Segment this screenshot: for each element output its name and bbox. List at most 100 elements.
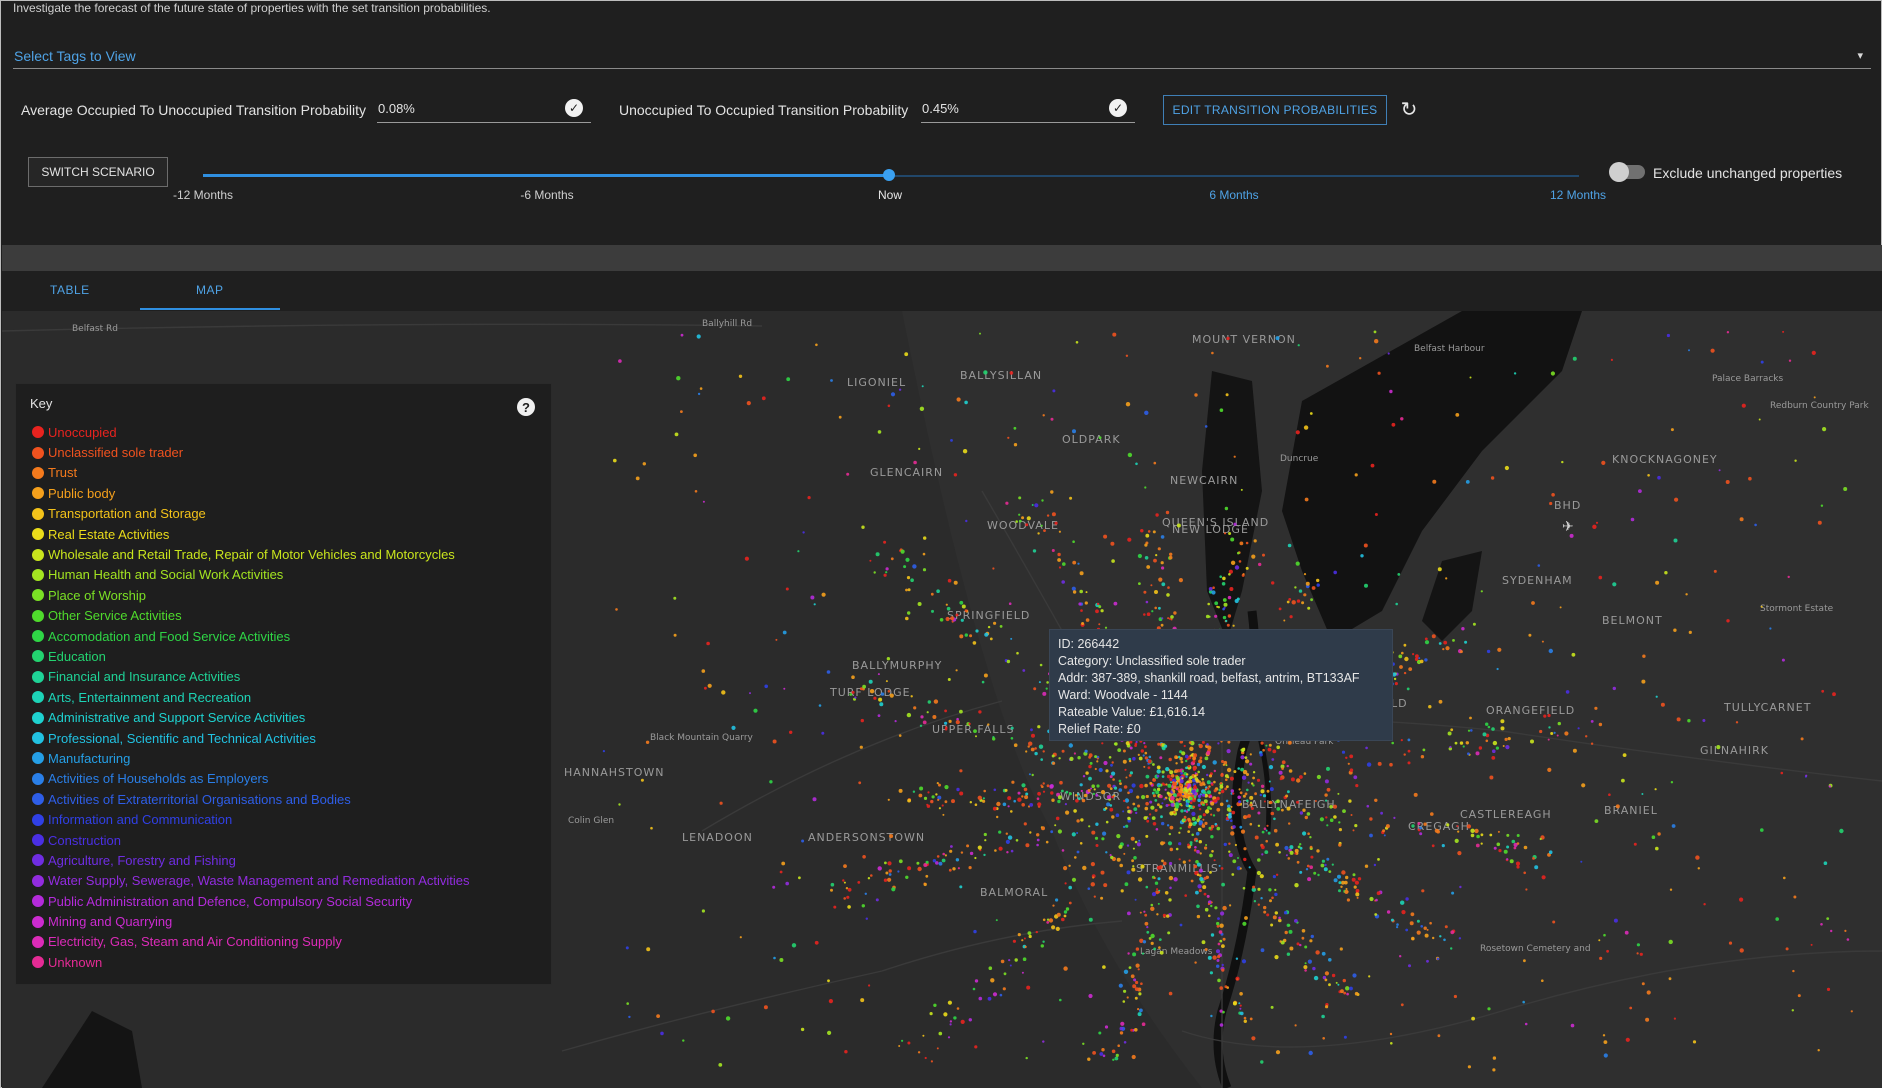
property-dot[interactable] bbox=[1670, 781, 1674, 784]
property-dot[interactable] bbox=[1261, 830, 1265, 834]
property-dot[interactable] bbox=[1262, 553, 1265, 557]
property-dot[interactable] bbox=[814, 940, 819, 945]
property-dot[interactable] bbox=[1161, 802, 1164, 805]
property-dot[interactable] bbox=[1458, 937, 1462, 940]
property-dot[interactable] bbox=[1167, 617, 1170, 620]
property-dot[interactable] bbox=[1130, 1028, 1133, 1032]
property-dot[interactable] bbox=[807, 496, 811, 500]
property-dot[interactable] bbox=[1085, 771, 1089, 775]
property-dot[interactable] bbox=[1094, 767, 1097, 771]
property-dot[interactable] bbox=[783, 687, 786, 690]
property-dot[interactable] bbox=[851, 690, 855, 694]
property-dot[interactable] bbox=[1023, 822, 1027, 826]
check-circle-icon[interactable]: ✓ bbox=[1109, 99, 1127, 117]
property-dot[interactable] bbox=[1250, 807, 1254, 810]
property-dot[interactable] bbox=[1830, 929, 1833, 933]
property-dot[interactable] bbox=[1676, 717, 1681, 722]
property-dot[interactable] bbox=[1201, 940, 1206, 945]
property-dot[interactable] bbox=[1087, 1057, 1091, 1061]
property-dot[interactable] bbox=[1325, 799, 1328, 802]
property-dot[interactable] bbox=[1146, 565, 1151, 569]
property-dot[interactable] bbox=[618, 803, 621, 806]
property-dot[interactable] bbox=[1342, 978, 1347, 983]
property-dot[interactable] bbox=[1846, 938, 1850, 941]
property-dot[interactable] bbox=[1185, 810, 1189, 813]
time-slider-thumb[interactable] bbox=[883, 169, 895, 181]
property-dot[interactable] bbox=[1133, 978, 1137, 982]
property-dot[interactable] bbox=[944, 854, 948, 857]
property-dot[interactable] bbox=[1647, 474, 1650, 477]
property-dot[interactable] bbox=[1210, 824, 1215, 829]
property-dot[interactable] bbox=[1185, 802, 1189, 806]
property-dot[interactable] bbox=[1228, 842, 1231, 845]
property-dot[interactable] bbox=[996, 801, 1001, 807]
property-dot[interactable] bbox=[1046, 514, 1050, 517]
property-dot[interactable] bbox=[1241, 747, 1246, 752]
property-dot[interactable] bbox=[1234, 565, 1240, 570]
property-dot[interactable] bbox=[857, 881, 861, 884]
property-dot[interactable] bbox=[1195, 831, 1200, 836]
property-dot[interactable] bbox=[1118, 983, 1123, 988]
property-dot[interactable] bbox=[1141, 1022, 1146, 1026]
property-dot[interactable] bbox=[1146, 926, 1149, 929]
property-dot[interactable] bbox=[1408, 667, 1413, 671]
property-dot[interactable] bbox=[1278, 916, 1281, 920]
property-dot[interactable] bbox=[907, 611, 911, 615]
property-dot[interactable] bbox=[933, 1003, 937, 1007]
property-dot[interactable] bbox=[1175, 762, 1178, 765]
property-dot[interactable] bbox=[1182, 860, 1186, 864]
property-dot[interactable] bbox=[1377, 371, 1381, 375]
property-dot[interactable] bbox=[1079, 783, 1083, 787]
property-dot[interactable] bbox=[973, 729, 977, 733]
property-dot[interactable] bbox=[1059, 780, 1063, 785]
property-dot[interactable] bbox=[1042, 414, 1045, 417]
property-dot[interactable] bbox=[1081, 798, 1086, 803]
property-dot[interactable] bbox=[1205, 803, 1208, 806]
property-dot[interactable] bbox=[1401, 910, 1406, 915]
property-dot[interactable] bbox=[1204, 756, 1209, 761]
property-dot[interactable] bbox=[860, 998, 865, 1003]
property-dot[interactable] bbox=[957, 867, 961, 870]
property-dot[interactable] bbox=[917, 1051, 921, 1054]
property-dot[interactable] bbox=[1259, 874, 1264, 879]
property-dot[interactable] bbox=[1279, 777, 1283, 781]
property-dot[interactable] bbox=[1071, 586, 1076, 591]
property-dot[interactable] bbox=[1553, 731, 1556, 734]
property-dot[interactable] bbox=[959, 791, 964, 796]
property-dot[interactable] bbox=[1369, 896, 1374, 902]
property-dot[interactable] bbox=[1263, 910, 1267, 914]
property-dot[interactable] bbox=[1571, 652, 1576, 657]
property-dot[interactable] bbox=[989, 637, 993, 641]
property-dot[interactable] bbox=[1127, 911, 1131, 916]
property-dot[interactable] bbox=[1645, 1017, 1650, 1022]
property-dot[interactable] bbox=[1603, 933, 1606, 937]
property-dot[interactable] bbox=[1328, 870, 1332, 873]
property-dot[interactable] bbox=[1337, 792, 1340, 795]
property-dot[interactable] bbox=[1138, 839, 1141, 842]
property-dot[interactable] bbox=[1454, 741, 1458, 745]
property-dot[interactable] bbox=[1797, 994, 1801, 998]
property-dot[interactable] bbox=[1132, 984, 1137, 989]
property-dot[interactable] bbox=[1243, 1019, 1248, 1023]
property-dot[interactable] bbox=[1193, 849, 1197, 852]
property-dot[interactable] bbox=[800, 1027, 805, 1032]
property-dot[interactable] bbox=[1098, 623, 1101, 626]
property-dot[interactable] bbox=[962, 449, 968, 454]
property-dot[interactable] bbox=[1270, 801, 1273, 804]
property-dot[interactable] bbox=[1095, 822, 1099, 826]
property-dot[interactable] bbox=[1780, 771, 1784, 775]
property-dot[interactable] bbox=[1168, 991, 1173, 996]
property-dot[interactable] bbox=[650, 826, 653, 830]
property-dot[interactable] bbox=[706, 641, 710, 646]
property-dot[interactable] bbox=[1050, 417, 1054, 421]
property-dot[interactable] bbox=[1007, 835, 1013, 840]
property-dot[interactable] bbox=[1674, 497, 1679, 502]
property-dot[interactable] bbox=[1509, 859, 1514, 864]
property-dot[interactable] bbox=[1236, 978, 1239, 981]
property-dot[interactable] bbox=[1100, 790, 1106, 795]
property-dot[interactable] bbox=[1022, 957, 1027, 961]
property-dot[interactable] bbox=[1072, 429, 1076, 434]
property-dot[interactable] bbox=[1276, 745, 1280, 750]
property-dot[interactable] bbox=[1431, 634, 1436, 639]
property-dot[interactable] bbox=[1018, 513, 1021, 516]
